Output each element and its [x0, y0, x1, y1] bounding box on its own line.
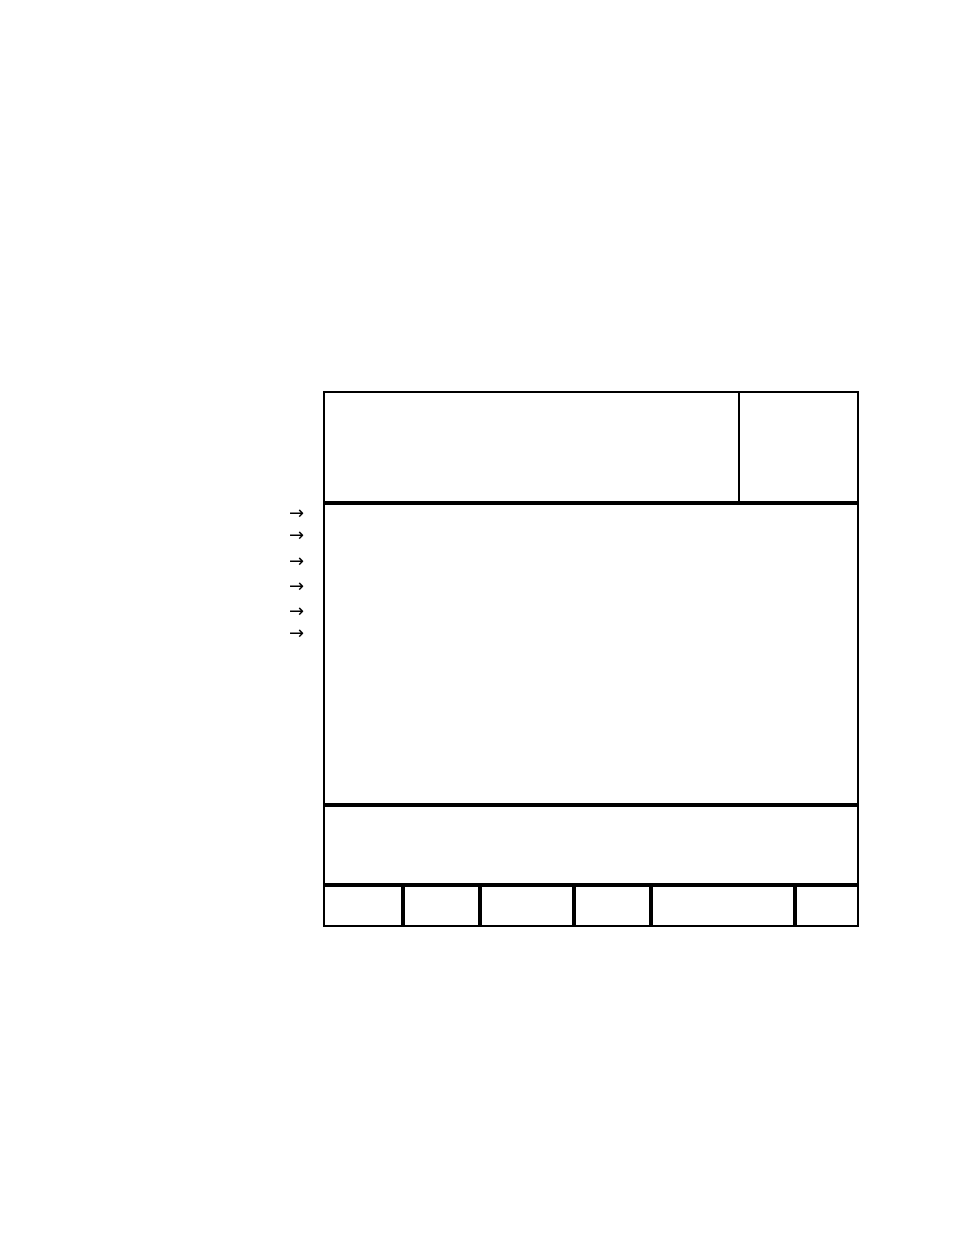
- top-right-cell: [738, 391, 859, 503]
- arrow-right-icon: →: [289, 527, 304, 545]
- middle-area: [323, 503, 859, 805]
- arrow-right-icon: →: [289, 553, 304, 571]
- bottom-cell: [795, 885, 859, 927]
- bottom-cell: [480, 885, 574, 927]
- bottom-cell: [651, 885, 795, 927]
- arrow-right-icon: →: [289, 578, 304, 596]
- arrow-right-icon: →: [289, 603, 304, 621]
- bottom-cell: [323, 885, 403, 927]
- arrow-right-icon: →: [289, 625, 304, 643]
- lower-strip: [323, 805, 859, 885]
- bottom-cell: [574, 885, 651, 927]
- arrow-right-icon: →: [289, 505, 304, 523]
- bottom-cell: [403, 885, 480, 927]
